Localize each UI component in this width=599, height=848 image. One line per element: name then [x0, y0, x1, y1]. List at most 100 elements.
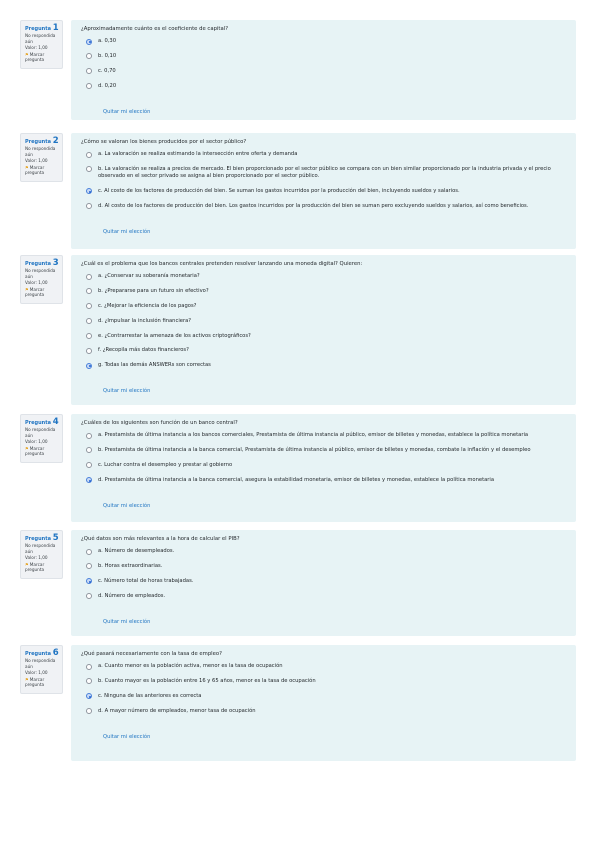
question-text: ¿Cuál es el problema que los bancos cent… — [81, 261, 363, 267]
radio-selected[interactable] — [86, 38, 92, 45]
question-content: ¿Cuál es el problema que los bancos cent… — [71, 255, 576, 405]
question-number-value: 5 — [52, 533, 59, 543]
question-text: ¿Qué pasará necesariamente con la tasa d… — [81, 651, 222, 657]
answer-option-label: a. La valoración se realiza estimando la… — [98, 151, 298, 157]
answer-option[interactable]: b. Cuanto mayor es la población entre 16… — [81, 678, 570, 685]
question-number: Pregunta 2 — [25, 137, 59, 146]
flag-question-link[interactable]: ⚑Marcar pregunta — [25, 165, 59, 176]
clear-choice-link[interactable]: Quitar mi elección — [103, 109, 150, 115]
answer-option[interactable]: a. La valoración se realiza estimando la… — [81, 151, 570, 158]
question-value: Valor: 1,00 — [25, 158, 48, 164]
answer-option[interactable]: b. Horas extraordinarias. — [81, 563, 570, 570]
answer-option[interactable]: c. Al costo de los factores de producció… — [81, 188, 570, 195]
flag-icon: ⚑ — [25, 561, 29, 567]
answer-option[interactable]: e. ¿Contrarrestar la amenaza de los acti… — [81, 333, 570, 340]
radio-button[interactable] — [86, 563, 92, 570]
question-label: Pregunta — [25, 651, 51, 657]
answer-option[interactable]: a. ¿Conservar su soberanía monetaria? — [81, 273, 570, 280]
question-info-panel: Pregunta 3 No respondida aún Valor: 1,00 … — [20, 255, 63, 304]
answer-option[interactable]: a. Cuanto menor es la población activa, … — [81, 663, 570, 670]
question-content: ¿Aproximadamente cuánto es el coeficient… — [71, 20, 576, 120]
flag-question-link[interactable]: ⚑Marcar pregunta — [25, 562, 59, 573]
radio-button[interactable] — [86, 678, 92, 685]
flag-question-link[interactable]: ⚑Marcar pregunta — [25, 677, 59, 688]
radio-selected[interactable] — [86, 578, 92, 585]
radio-button[interactable] — [86, 203, 92, 210]
radio-button[interactable] — [86, 83, 92, 90]
radio-button[interactable] — [86, 288, 92, 295]
clear-choice-link[interactable]: Quitar mi elección — [103, 229, 150, 235]
radio-button[interactable] — [86, 166, 92, 173]
answer-option-label: d. 0,20 — [98, 82, 117, 89]
answer-option[interactable]: g. Todas las demás ANSWERs son correctas — [81, 362, 570, 369]
question-number: Pregunta 3 — [25, 259, 59, 268]
answer-option[interactable]: b. La valoración se realiza a precios de… — [81, 166, 570, 180]
flag-question-link[interactable]: ⚑Marcar pregunta — [25, 446, 59, 457]
radio-button[interactable] — [86, 462, 92, 469]
radio-selected[interactable] — [86, 188, 92, 195]
answer-option[interactable]: d. 0,20 — [81, 83, 570, 90]
status-not-answered: No respondida aún — [25, 268, 56, 279]
clear-choice-link[interactable]: Quitar mi elección — [103, 734, 150, 740]
question-value: Valor: 1,00 — [25, 280, 48, 286]
answer-option[interactable]: d. Al costo de los factores de producció… — [81, 203, 570, 210]
clear-choice-link[interactable]: Quitar mi elección — [103, 619, 150, 625]
answer-option[interactable]: c. Número total de horas trabajadas. — [81, 578, 570, 585]
question-content: ¿Cuáles de los siguientes son función de… — [71, 414, 576, 522]
flag-icon: ⚑ — [25, 164, 29, 170]
answer-option[interactable]: b. Prestamista de última instancia a la … — [81, 447, 570, 454]
radio-button[interactable] — [86, 548, 92, 555]
question-number-value: 3 — [52, 258, 59, 268]
radio-button[interactable] — [86, 708, 92, 715]
answer-option-label: c. Ninguna de las anteriores es correcta — [98, 692, 202, 699]
radio-button[interactable] — [86, 53, 92, 60]
answer-option[interactable]: c. Ninguna de las anteriores es correcta — [81, 693, 570, 700]
radio-button[interactable] — [86, 273, 92, 280]
radio-selected[interactable] — [86, 693, 92, 700]
answer-option-label: a. Prestamista de última instancia a los… — [98, 432, 529, 438]
radio-button[interactable] — [86, 318, 92, 325]
question-label: Pregunta — [25, 139, 51, 145]
answer-option[interactable]: c. Luchar contra el desempleo y prestar … — [81, 462, 570, 469]
answer-option[interactable]: d. ¿Impulsar la inclusión financiera? — [81, 318, 570, 325]
question-content: ¿Cómo se valoran los bienes producidos p… — [71, 133, 576, 249]
question-text: ¿Cuáles de los siguientes son función de… — [81, 420, 238, 426]
answer-option[interactable]: d. Número de empleados. — [81, 593, 570, 600]
question-number: Pregunta 5 — [25, 534, 59, 543]
radio-button[interactable] — [86, 447, 92, 454]
answer-option[interactable]: c. ¿Mejorar la eficiencia de los pagos? — [81, 303, 570, 310]
answer-option[interactable]: b. ¿Prepararse para un futuro sin efecti… — [81, 288, 570, 295]
clear-choice-link[interactable]: Quitar mi elección — [103, 388, 150, 394]
radio-button[interactable] — [86, 303, 92, 310]
radio-selected[interactable] — [86, 477, 92, 484]
answer-option[interactable]: f. ¿Recopila más datos financieros? — [81, 347, 570, 354]
question-info-panel: Pregunta 6 No respondida aún Valor: 1,00 … — [20, 645, 63, 694]
radio-button[interactable] — [86, 593, 92, 600]
flag-question-link[interactable]: ⚑Marcar pregunta — [25, 287, 59, 298]
question-text: ¿Qué datos son más relevantes a la hora … — [81, 536, 240, 542]
answer-option-label: b. Horas extraordinarias. — [98, 562, 163, 569]
answer-option[interactable]: c. 0,70 — [81, 68, 570, 75]
answer-option-label: f. ¿Recopila más datos financieros? — [98, 347, 189, 354]
answer-option[interactable]: a. 0,30 — [81, 38, 570, 45]
flag-icon: ⚑ — [25, 676, 29, 682]
radio-button[interactable] — [86, 347, 92, 354]
radio-button[interactable] — [86, 432, 92, 439]
clear-choice-link[interactable]: Quitar mi elección — [103, 503, 150, 509]
question-label: Pregunta — [25, 261, 51, 267]
radio-button[interactable] — [86, 663, 92, 670]
radio-button[interactable] — [86, 68, 92, 75]
radio-button[interactable] — [86, 151, 92, 158]
question-content: ¿Qué pasará necesariamente con la tasa d… — [71, 645, 576, 761]
status-not-answered: No respondida aún — [25, 543, 56, 554]
answer-option[interactable]: b. 0,10 — [81, 53, 570, 60]
question-number-value: 2 — [52, 136, 59, 146]
answer-option[interactable]: a. Prestamista de última instancia a los… — [81, 432, 570, 439]
question-label: Pregunta — [25, 26, 51, 32]
radio-selected[interactable] — [86, 362, 92, 369]
answer-option[interactable]: a. Número de desempleados. — [81, 548, 570, 555]
answer-option[interactable]: d. Prestamista de última instancia a la … — [81, 477, 570, 484]
answer-option[interactable]: d. A mayor número de empleados, menor ta… — [81, 708, 570, 715]
flag-question-link[interactable]: ⚑Marcar pregunta — [25, 52, 59, 63]
radio-button[interactable] — [86, 333, 92, 340]
